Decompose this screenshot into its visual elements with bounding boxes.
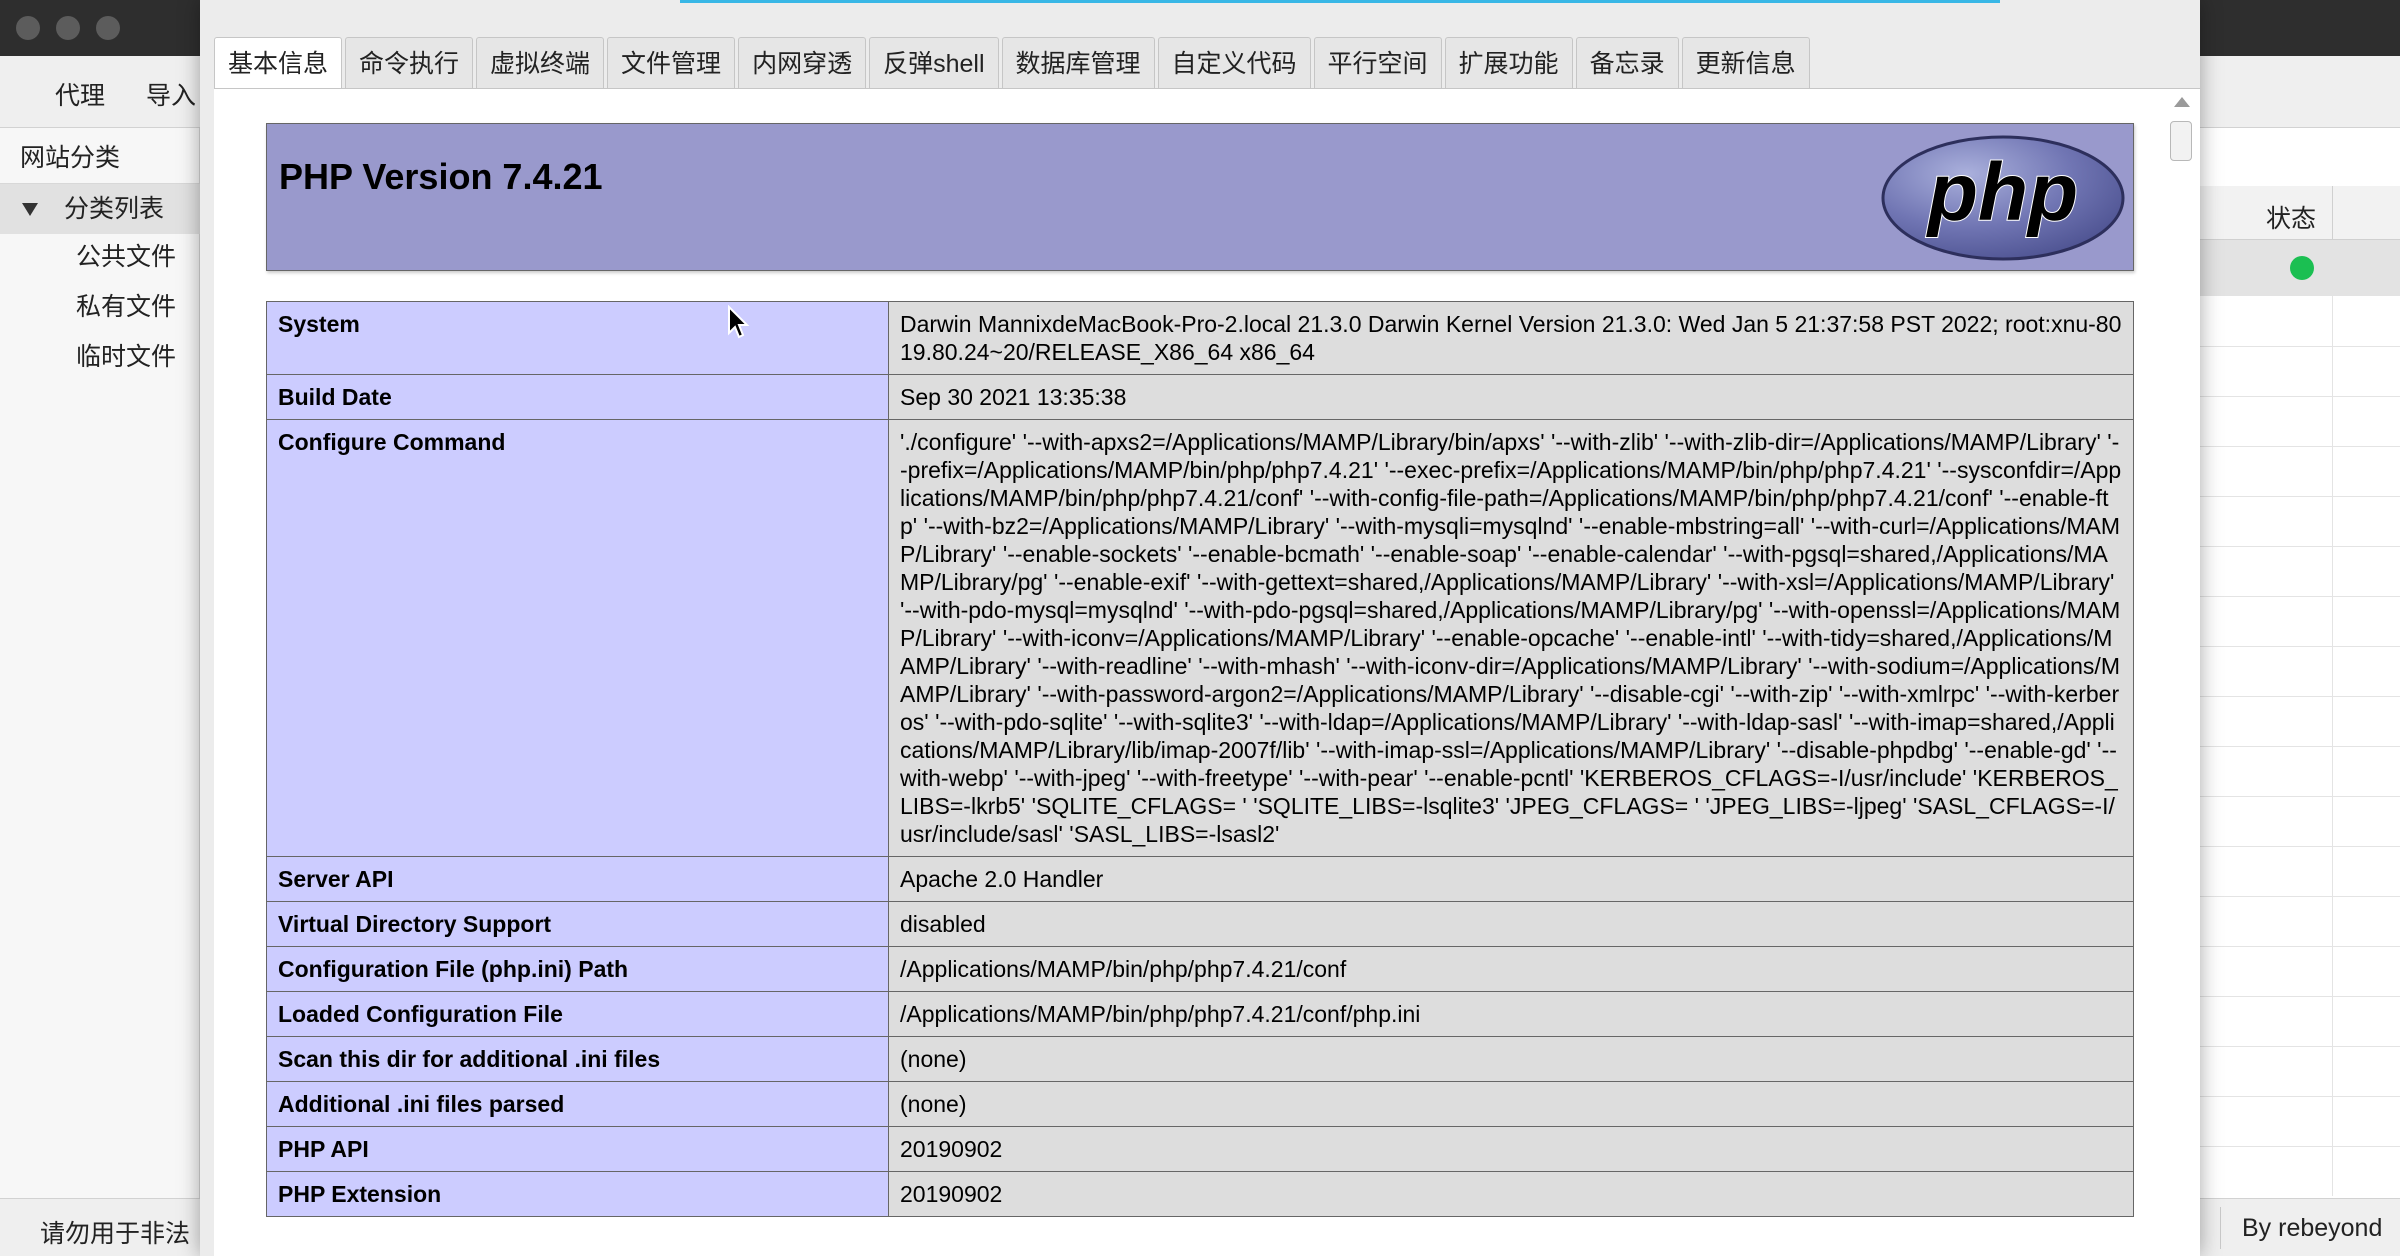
info-value: disabled <box>888 901 2134 947</box>
info-key: Server API <box>266 856 889 902</box>
table-row: PHP API 20190902 <box>266 1126 2134 1172</box>
info-value: (none) <box>888 1081 2134 1127</box>
info-key: Configuration File (php.ini) Path <box>266 946 889 992</box>
tab-7[interactable]: 自定义代码 <box>1157 37 1311 89</box>
status-online-icon <box>2290 256 2314 280</box>
site-table-area: 状态 <box>2200 128 2400 1198</box>
tab-8[interactable]: 平行空间 <box>1313 37 1442 89</box>
tab-1[interactable]: 命令执行 <box>345 37 474 89</box>
table-row: Scan this dir for additional .ini files(… <box>266 1036 2134 1082</box>
table-row: Configure Command './configure' '--with-a… <box>266 419 2134 857</box>
tab-6[interactable]: 数据库管理 <box>1001 37 1155 89</box>
sidebar-header: 网站分类 <box>0 132 200 184</box>
info-value: /Applications/MAMP/bin/php/php7.4.21/con… <box>888 946 2134 992</box>
site-table-header: 状态 <box>2200 186 2400 240</box>
info-key: PHP API <box>266 1126 889 1172</box>
tab-11[interactable]: 更新信息 <box>1681 37 1810 89</box>
php-logo: php <box>1881 135 2125 261</box>
category-item-public[interactable]: 公共文件 <box>76 232 176 282</box>
table-row: Configuration File (php.ini) Path/Applic… <box>266 946 2134 992</box>
function-tabs: 基本信息 命令执行 虚拟终端 文件管理 内网穿透 反弹shell 数据库管理 自定义代码 平行空… <box>214 37 1813 89</box>
minimize-window-button[interactable] <box>56 16 80 40</box>
info-key: PHP Extension <box>266 1171 889 1217</box>
info-value: Apache 2.0 Handler <box>888 856 2134 902</box>
table-row: PHP Extension 20190902 <box>266 1171 2134 1217</box>
expand-triangle-icon[interactable] <box>22 203 38 216</box>
info-value: Darwin MannixdeMacBook-Pro-2.local 21.3.… <box>888 301 2134 375</box>
status-column-header[interactable]: 状态 <box>2266 199 2316 235</box>
info-value: /Applications/MAMP/bin/php/php7.4.21/con… <box>888 991 2134 1037</box>
info-value: Sep 30 2021 13:35:38 <box>888 374 2134 420</box>
table-row: Virtual Directory Support disabled <box>266 901 2134 947</box>
site-category-sidebar: 网站分类 分类列表 公共文件 私有文件 临时文件 <box>0 128 200 1198</box>
info-key: Scan this dir for additional .ini files <box>266 1036 889 1082</box>
php-version-title: PHP Version 7.4.21 <box>279 156 603 197</box>
table-row: System Darwin MannixdeMacBook-Pro-2.local… <box>266 301 2134 375</box>
mouse-cursor-icon <box>728 305 750 339</box>
info-value: (none) <box>888 1036 2134 1082</box>
proxy-menu[interactable]: 代理 <box>55 76 105 112</box>
tab-9[interactable]: 扩展功能 <box>1444 37 1573 89</box>
tab-4[interactable]: 内网穿透 <box>738 37 867 89</box>
info-key: Loaded Configuration File <box>266 991 889 1037</box>
loading-progress-bar <box>680 0 2000 3</box>
category-tree-root[interactable]: 分类列表 <box>0 184 200 234</box>
scroll-up-arrow-icon[interactable] <box>2174 97 2190 107</box>
info-key: Build Date <box>266 374 889 420</box>
vertical-scrollbar-thumb[interactable] <box>2170 121 2192 161</box>
statusbar-author-text: By rebeyond <box>2242 1214 2383 1242</box>
category-item-private[interactable]: 私有文件 <box>76 282 176 332</box>
tab-content-basic-info: PHP Version 7.4.21 php System Darwin Mann… <box>214 88 2200 1256</box>
info-key: Configure Command <box>266 419 889 857</box>
table-row: Loaded Configuration File/Applications/M… <box>266 991 2134 1037</box>
shell-manager-dialog: 基本信息 命令执行 虚拟终端 文件管理 内网穿透 反弹shell 数据库管理 自定义代码 平行空… <box>200 0 2200 1256</box>
phpinfo-header: PHP Version 7.4.21 php <box>266 123 2134 271</box>
tab-3[interactable]: 文件管理 <box>607 37 736 89</box>
category-tree-root-label: 分类列表 <box>64 195 165 223</box>
info-value: 20190902 <box>888 1126 2134 1172</box>
tab-5[interactable]: 反弹shell <box>869 37 999 89</box>
zoom-window-button[interactable] <box>96 16 120 40</box>
info-key: Virtual Directory Support <box>266 901 889 947</box>
table-row: Server API Apache 2.0 Handler <box>266 856 2134 902</box>
php-logo-text: php <box>1926 147 2078 238</box>
category-item-temp[interactable]: 临时文件 <box>76 332 176 382</box>
import-menu[interactable]: 导入 <box>146 76 196 112</box>
tab-10[interactable]: 备忘录 <box>1575 37 1679 89</box>
phpinfo-table: System Darwin MannixdeMacBook-Pro-2.local… <box>266 301 2134 1217</box>
info-key: System <box>266 301 889 375</box>
statusbar-warning-text: 请勿用于非法 <box>40 1220 191 1248</box>
info-value: 20190902 <box>888 1171 2134 1217</box>
close-window-button[interactable] <box>16 16 40 40</box>
table-row: Additional .ini files parsed (none) <box>266 1081 2134 1127</box>
info-value: './configure' '--with-apxs2=/Application… <box>888 419 2134 857</box>
info-key: Additional .ini files parsed <box>266 1081 889 1127</box>
tab-2[interactable]: 虚拟终端 <box>476 37 605 89</box>
table-row[interactable] <box>2200 240 2400 296</box>
table-row: Build Date Sep 30 2021 13:35:38 <box>266 374 2134 420</box>
tab-0[interactable]: 基本信息 <box>214 37 343 89</box>
